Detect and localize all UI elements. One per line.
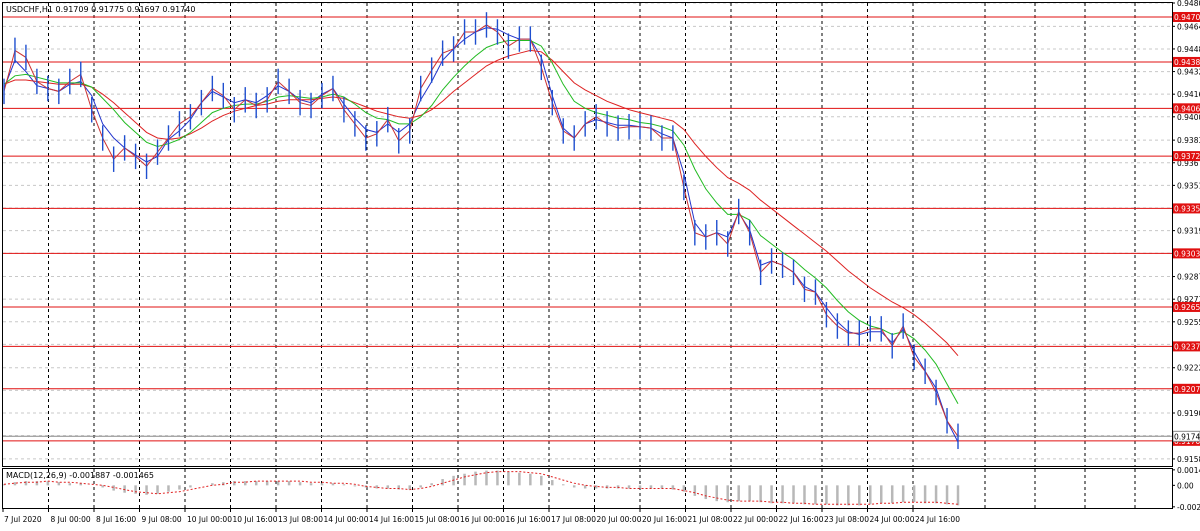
y-tick-label: 0.93515 xyxy=(1177,181,1200,190)
x-tick-label: 7 Jul 2020 xyxy=(4,515,42,524)
x-tick-label: 14 Jul 16:00 xyxy=(369,515,414,524)
y-tick-label: 0.94320 xyxy=(1177,68,1200,77)
y-tick-label: 0.92870 xyxy=(1177,273,1200,282)
x-tick-label: 24 Jul 16:00 xyxy=(915,515,960,524)
x-tick-label: 14 Jul 00:00 xyxy=(324,515,369,524)
y-tick-label: 0.91580 xyxy=(1177,455,1200,464)
x-tick-label: 20 Jul 00:00 xyxy=(597,515,642,524)
y-tick-label: 0.91905 xyxy=(1177,409,1200,418)
chart-title: USDCHF,H1 0.91709 0.91775 0.91697 0.9174… xyxy=(6,5,195,14)
x-tick-label: 10 Jul 16:00 xyxy=(233,515,278,524)
x-tick-label: 20 Jul 16:00 xyxy=(642,515,687,524)
x-tick-label: 15 Jul 08:00 xyxy=(415,515,460,524)
x-tick-label: 9 Jul 08:00 xyxy=(142,515,182,524)
x-tick-label: 21 Jul 08:00 xyxy=(688,515,733,524)
x-tick-label: 16 Jul 00:00 xyxy=(460,515,505,524)
price-level-label: 0.93034 xyxy=(1174,249,1200,258)
macd-y-tick-label: -0.00204 xyxy=(1177,503,1200,512)
price-level-label: 0.92376 xyxy=(1174,342,1200,351)
chart-svg: 0.94805 0.94640 0.94480 0.94320 0.94160 0.940… xyxy=(0,0,1200,527)
x-tick-label: 17 Jul 08:00 xyxy=(551,515,596,524)
y-tick-label: 0.94000 xyxy=(1177,113,1200,122)
current-price-label: 0.91740 xyxy=(1174,432,1200,441)
x-tick-label: 24 Jul 00:00 xyxy=(870,515,915,524)
y-tick-label: 0.94480 xyxy=(1177,45,1200,54)
price-level-label: 0.93722 xyxy=(1174,152,1200,161)
macd-label: MACD(12,26,9) -0.001887 -0.001465 xyxy=(6,471,154,480)
price-chart[interactable]: 0.94805 0.94640 0.94480 0.94320 0.94160 0.940… xyxy=(0,0,1200,527)
x-tick-label: 16 Jul 16:00 xyxy=(506,515,551,524)
y-tick-label: 0.93835 xyxy=(1177,136,1200,145)
price-level-label: 0.94388 xyxy=(1174,58,1200,67)
y-tick-label: 0.94160 xyxy=(1177,90,1200,99)
macd-y-tick-label: 0.001469 xyxy=(1177,466,1200,475)
x-tick-label: 22 Jul 00:00 xyxy=(733,515,778,524)
x-tick-label: 10 Jul 00:00 xyxy=(187,515,232,524)
y-tick-label: 0.93195 xyxy=(1177,227,1200,236)
macd-y-tick-label: 0.00 xyxy=(1177,481,1194,490)
price-level-label: 0.92655 xyxy=(1174,303,1200,312)
x-tick-label: 13 Jul 08:00 xyxy=(278,515,323,524)
x-tick-label: 23 Jul 08:00 xyxy=(824,515,869,524)
y-tick-label: 0.94640 xyxy=(1177,22,1200,31)
y-tick-label: 0.94805 xyxy=(1177,0,1200,8)
y-tick-label: 0.92225 xyxy=(1177,364,1200,373)
price-level-label: 0.94060 xyxy=(1174,104,1200,113)
x-tick-label: 22 Jul 16:00 xyxy=(779,515,824,524)
y-tick-label: 0.92550 xyxy=(1177,318,1200,327)
price-level-label: 0.92076 xyxy=(1174,385,1200,394)
x-tick-label: 8 Jul 16:00 xyxy=(96,515,136,524)
x-tick-label: 8 Jul 00:00 xyxy=(51,515,91,524)
price-level-label: 0.93352 xyxy=(1174,204,1200,213)
price-level-label: 0.94706 xyxy=(1174,13,1200,22)
